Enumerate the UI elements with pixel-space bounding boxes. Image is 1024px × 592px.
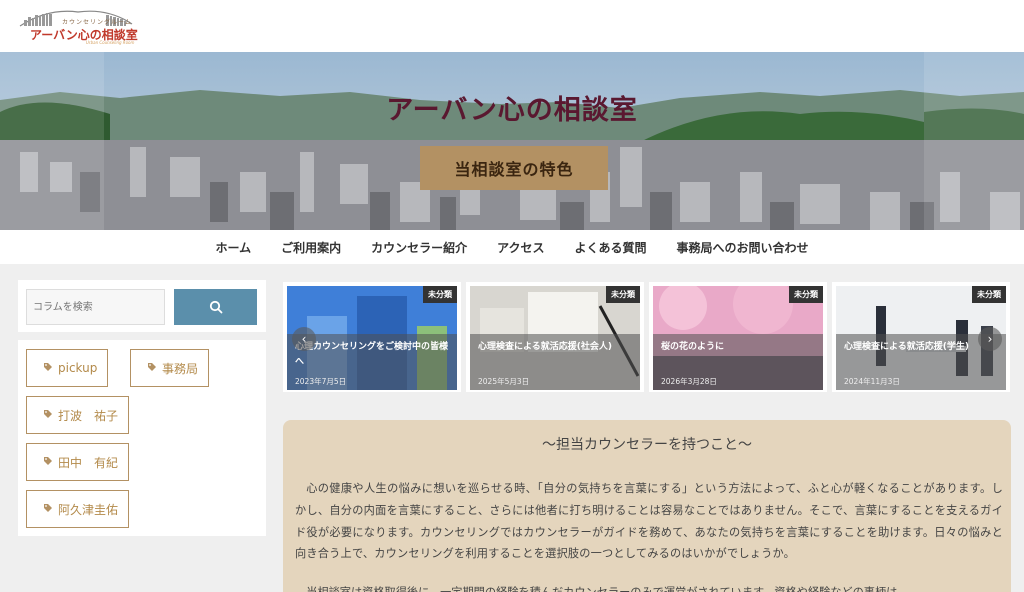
search-icon <box>209 300 222 314</box>
tag-label: pickup <box>58 361 98 375</box>
nav-item-contact[interactable]: 事務局へのお問い合わせ <box>677 239 809 256</box>
hero-banner: アーバン心の相談室 当相談室の特色 <box>0 52 1024 230</box>
tag-icon <box>43 361 53 375</box>
main-nav: ホーム ご利用案内 カウンセラー紹介 アクセス よくある質問 事務局へのお問い合… <box>0 230 1024 264</box>
category-badge: 未分類 <box>789 286 823 303</box>
hero-title: アーバン心の相談室 <box>386 95 638 126</box>
tag-link[interactable]: 事務局 <box>130 349 210 387</box>
tag-link[interactable]: pickup <box>26 349 109 387</box>
tag-icon <box>43 502 53 516</box>
tag-label: 田中 有紀 <box>58 455 119 470</box>
tag-link[interactable]: 阿久津圭佑 <box>26 490 130 528</box>
card-caption: 桜の花のように 2026年3月28日 <box>653 334 823 390</box>
tag-icon <box>43 408 53 422</box>
city-panorama-image <box>0 52 1024 230</box>
post-card[interactable]: 未分類 心理検査による就活応援(社会人) 2025年5月3日 <box>466 282 644 392</box>
card-caption: 心理検査による就活応援(社会人) 2025年5月3日 <box>470 334 640 390</box>
nav-item-counselors[interactable]: カウンセラー紹介 <box>371 239 467 256</box>
tag-label: 打波 祐子 <box>58 408 119 423</box>
section-heading: ～担当カウンセラーを持つこと～ <box>542 437 752 453</box>
search-button[interactable] <box>174 289 257 325</box>
tag-label: 阿久津圭佑 <box>58 502 119 517</box>
column-search-widget <box>18 280 266 332</box>
post-card[interactable]: 未分類 桜の花のように 2026年3月28日 <box>649 282 827 392</box>
logo-subtitle: カウンセリングルーム <box>62 19 132 26</box>
chevron-right-icon: › <box>987 332 993 346</box>
column-search-input[interactable] <box>26 289 165 325</box>
post-title: 心理カウンセリングをご検討中の皆様へ <box>295 342 449 367</box>
intro-paragraph: 心の健康や人生の悩みに想いを巡らせる時、「自分の気持ちを言葉にする」という方法に… <box>295 482 1003 561</box>
post-title: 心理検査による就活応援(社会人) <box>478 342 612 352</box>
tag-cloud-widget: pickup 事務局 打波 祐子 田中 有紀 阿久津圭佑 <box>18 340 266 536</box>
intro-paragraph-2: 当相談室は資格取得後に、一定期間の経験を積んだカウンセラーのみで運営がされていま… <box>295 582 1003 592</box>
site-header: カウンセリングルーム アーバン心の相談室 Urban Counseling Ro… <box>0 0 1024 52</box>
nav-item-access[interactable]: アクセス <box>497 239 544 256</box>
features-button[interactable]: 当相談室の特色 <box>420 146 608 190</box>
nav-item-guide[interactable]: ご利用案内 <box>281 239 341 256</box>
logo-tagline: Urban Counseling Room <box>86 40 135 45</box>
tag-link[interactable]: 田中 有紀 <box>26 443 130 481</box>
slider-prev-button[interactable]: ‹ <box>292 327 316 351</box>
post-title: 桜の花のように <box>661 342 725 352</box>
post-date: 2026年3月28日 <box>661 377 717 386</box>
site-logo[interactable]: カウンセリングルーム アーバン心の相談室 Urban Counseling Ro… <box>18 6 138 46</box>
intro-section: ～担当カウンセラーを持つこと～ 心の健康や人生の悩みに想いを巡らせる時、「自分の… <box>283 420 1011 592</box>
tag-icon <box>43 455 53 469</box>
tag-icon <box>147 361 157 375</box>
post-title: 心理検査による就活応援(学生) <box>844 342 969 352</box>
nav-item-faq[interactable]: よくある質問 <box>575 239 647 256</box>
post-date: 2025年5月3日 <box>478 377 530 386</box>
post-date: 2023年7月5日 <box>295 377 347 386</box>
chevron-left-icon: ‹ <box>301 332 307 346</box>
tag-label: 事務局 <box>162 361 199 376</box>
category-badge: 未分類 <box>606 286 640 303</box>
tag-link[interactable]: 打波 祐子 <box>26 396 130 434</box>
post-thumbnail: 未分類 心理検査による就活応援(社会人) 2025年5月3日 <box>470 286 640 390</box>
post-date: 2024年11月3日 <box>844 377 900 386</box>
category-badge: 未分類 <box>972 286 1006 303</box>
nav-item-home[interactable]: ホーム <box>215 239 251 256</box>
category-badge: 未分類 <box>423 286 457 303</box>
slider-next-button[interactable]: › <box>978 327 1002 351</box>
post-thumbnail: 未分類 桜の花のように 2026年3月28日 <box>653 286 823 390</box>
